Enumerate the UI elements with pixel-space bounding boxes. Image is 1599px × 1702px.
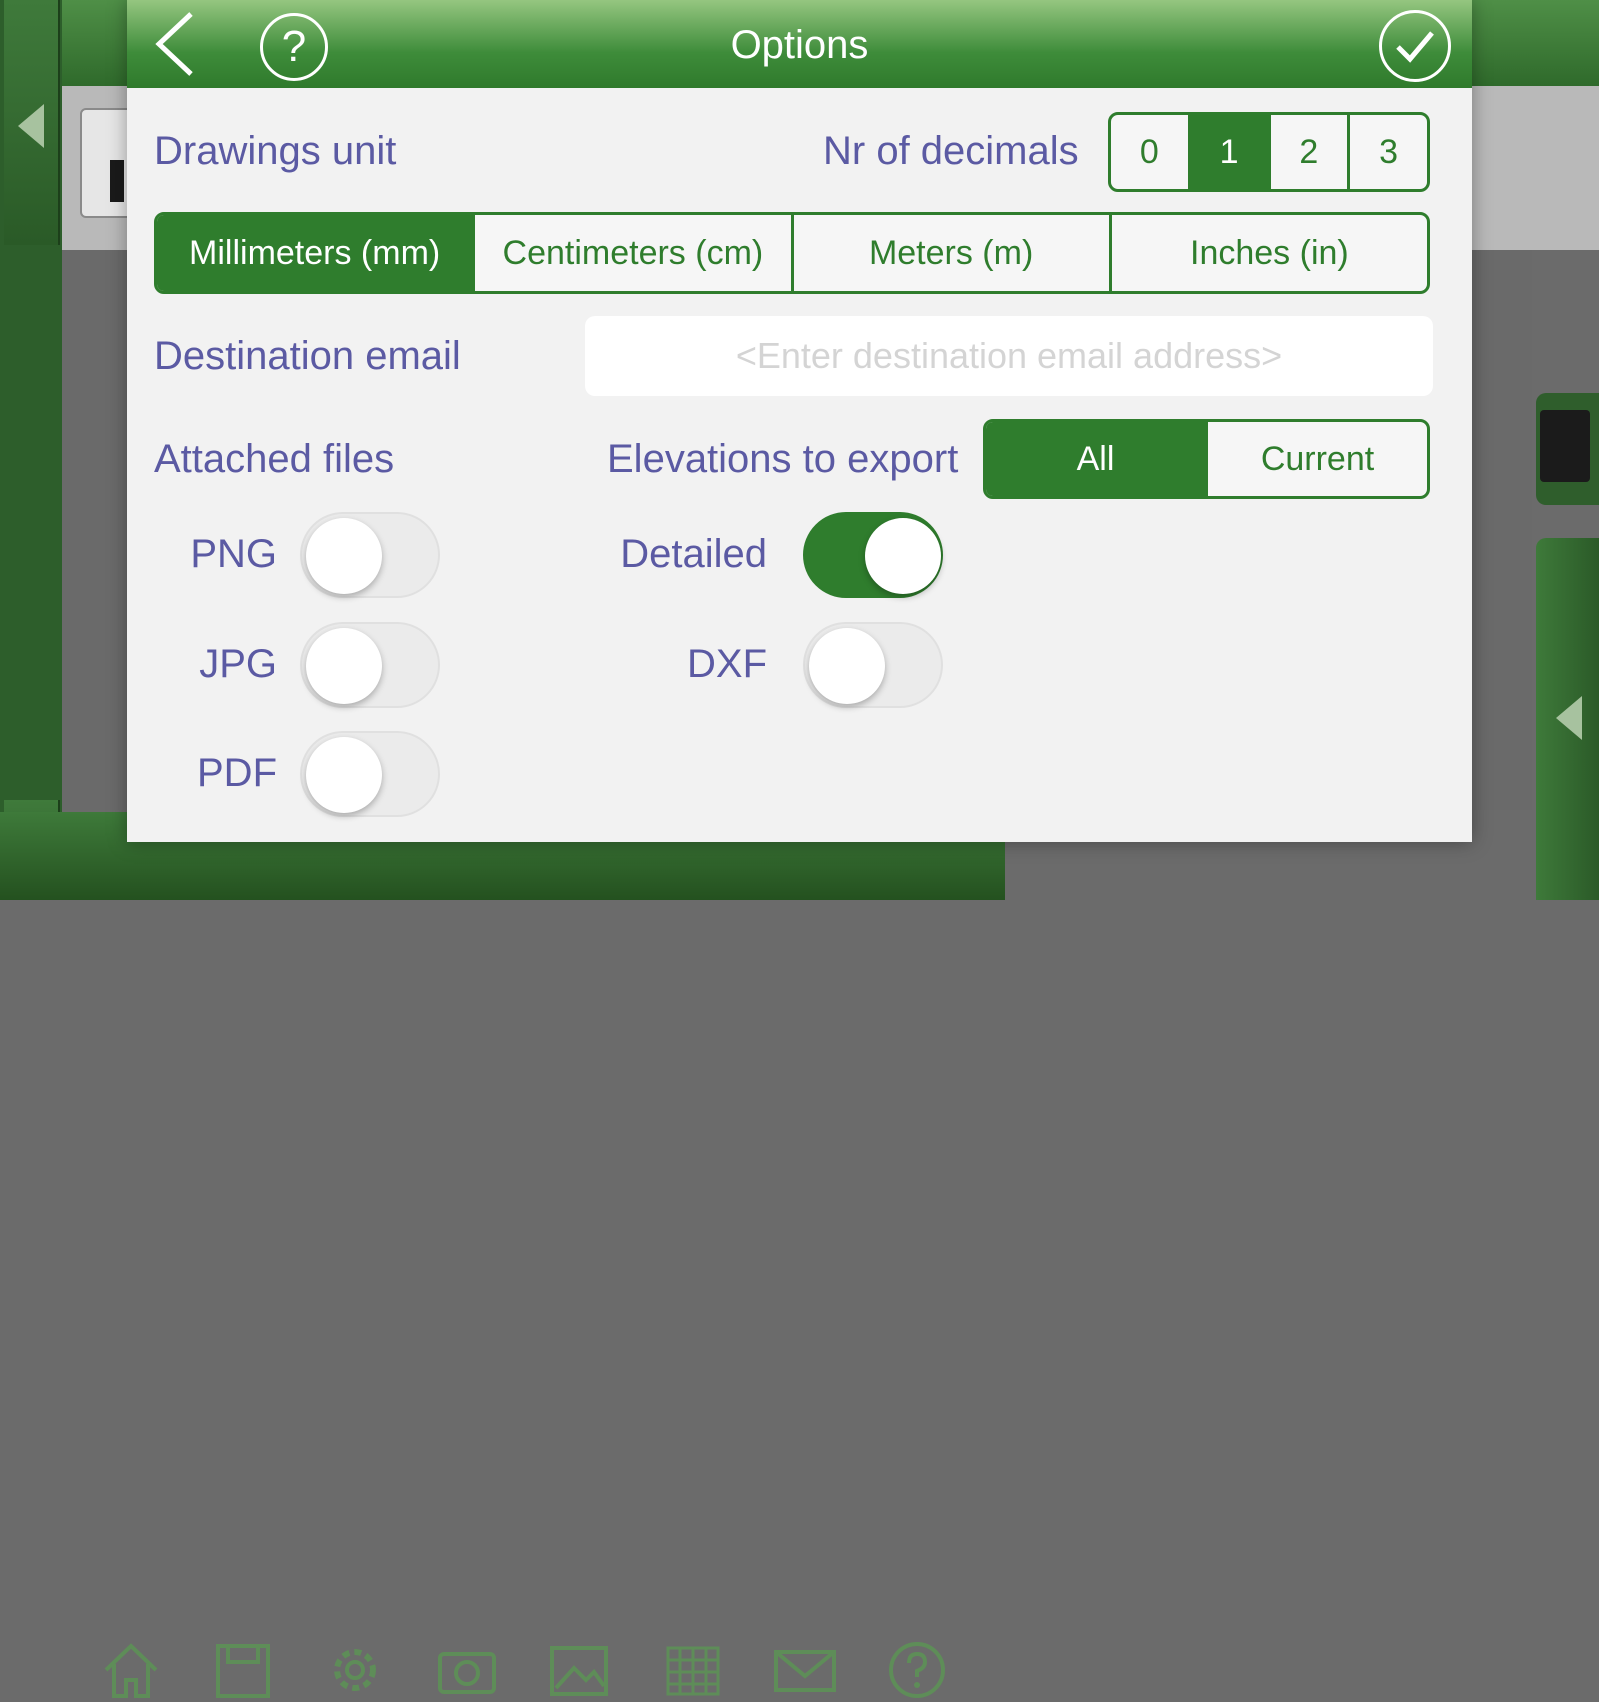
decimals-option-3[interactable]: 3 — [1347, 115, 1427, 189]
detailed-toggle[interactable] — [803, 512, 943, 598]
options-dialog: ? Options Drawings unit Nr of decimals 0… — [127, 0, 1472, 842]
toggle-knob — [809, 628, 885, 704]
drawings-unit-segmented-control: Millimeters (mm) Centimeters (cm) Meters… — [154, 212, 1430, 294]
collapse-left-arrow-icon[interactable] — [18, 104, 44, 148]
toggle-knob — [306, 737, 382, 813]
dialog-header: ? Options — [127, 0, 1472, 88]
toggle-knob — [865, 518, 941, 594]
home-icon[interactable] — [98, 1638, 164, 1702]
gear-icon[interactable] — [322, 1638, 388, 1702]
save-icon[interactable] — [210, 1638, 276, 1702]
elevations-option-current[interactable]: Current — [1205, 422, 1427, 496]
drawings-unit-label: Drawings unit — [154, 129, 397, 173]
unit-option-millimeters[interactable]: Millimeters (mm) — [157, 215, 473, 291]
grid-icon[interactable] — [660, 1638, 726, 1702]
destination-email-input[interactable] — [585, 316, 1433, 396]
elevations-label: Elevations to export — [607, 437, 959, 481]
pdf-toggle[interactable] — [300, 731, 440, 817]
expand-right-arrow-icon[interactable] — [1556, 696, 1582, 740]
png-label: PNG — [190, 532, 277, 576]
pdf-label: PDF — [197, 751, 277, 795]
unit-option-centimeters[interactable]: Centimeters (cm) — [472, 215, 790, 291]
checkmark-icon[interactable] — [1379, 10, 1451, 82]
elevations-option-all[interactable]: All — [986, 422, 1205, 496]
dialog-title: Options — [730, 23, 869, 67]
decimals-option-0[interactable]: 0 — [1111, 115, 1188, 189]
dxf-toggle[interactable] — [803, 622, 943, 708]
detailed-label: Detailed — [620, 532, 767, 576]
elevations-segmented-control: All Current — [983, 419, 1430, 499]
decimals-label: Nr of decimals — [823, 129, 1079, 173]
unit-option-inches[interactable]: Inches (in) — [1108, 215, 1427, 291]
help-icon[interactable] — [884, 1638, 950, 1702]
decimals-option-2[interactable]: 2 — [1267, 115, 1348, 189]
attached-files-label: Attached files — [154, 437, 395, 481]
drawer-thumbnail-icon — [1540, 410, 1590, 482]
jpg-label: JPG — [199, 642, 277, 686]
mail-icon[interactable] — [772, 1638, 838, 1702]
dxf-label: DXF — [687, 642, 767, 686]
png-toggle[interactable] — [300, 512, 440, 598]
camera-icon[interactable] — [434, 1638, 500, 1702]
toggle-knob — [306, 518, 382, 594]
destination-email-label: Destination email — [154, 334, 461, 378]
background-panel-mark — [110, 160, 124, 202]
decimals-segmented-control: 0 1 2 3 — [1108, 112, 1430, 192]
jpg-toggle[interactable] — [300, 622, 440, 708]
toggle-knob — [306, 628, 382, 704]
decimals-option-1[interactable]: 1 — [1187, 115, 1268, 189]
unit-option-meters[interactable]: Meters (m) — [790, 215, 1109, 291]
image-icon[interactable] — [546, 1638, 612, 1702]
